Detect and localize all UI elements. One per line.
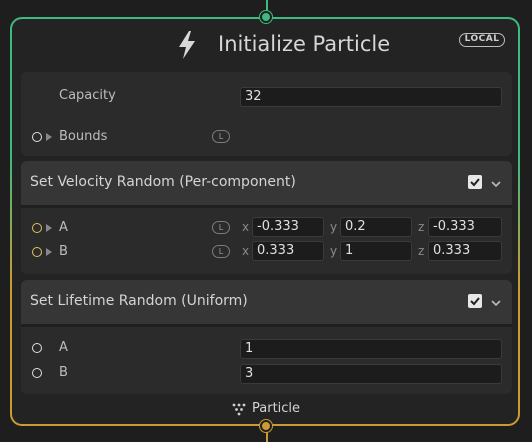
output-flow-port[interactable]: [260, 420, 272, 432]
node-header[interactable]: Initialize Particle: [12, 22, 518, 66]
velocity-a-label: A: [59, 220, 68, 235]
velocity-b-input-slot[interactable]: [32, 247, 42, 257]
particle-icon: [232, 403, 246, 416]
velocity-a-y-field[interactable]: 0.2: [340, 217, 412, 237]
capacity-label: Capacity: [59, 88, 116, 103]
velocity-b-z-label: z: [418, 244, 425, 258]
bounds-space-badge[interactable]: L: [212, 130, 230, 143]
velocity-a-x-label: x: [242, 220, 250, 234]
bounds-expand-icon[interactable]: [46, 133, 52, 141]
bounds-label: Bounds: [59, 129, 108, 144]
velocity-b-label: B: [59, 244, 68, 259]
lifetime-block-header[interactable]: Set Lifetime Random (Uniform): [21, 280, 512, 324]
node-title: Initialize Particle: [218, 32, 391, 56]
velocity-b-expand-icon[interactable]: [46, 248, 52, 256]
velocity-a-input-slot[interactable]: [32, 223, 42, 233]
velocity-block-title: Set Velocity Random (Per-component): [30, 174, 296, 190]
lifetime-a-field[interactable]: 1: [240, 339, 502, 359]
chevron-down-icon[interactable]: [490, 297, 502, 309]
lifetime-block-enabled-checkbox[interactable]: [468, 294, 482, 308]
velocity-b-z-field[interactable]: 0.333: [428, 241, 502, 261]
lifetime-block-title: Set Lifetime Random (Uniform): [30, 293, 248, 309]
capacity-field[interactable]: 32: [240, 87, 502, 107]
chevron-down-icon[interactable]: [490, 178, 502, 190]
velocity-a-expand-icon[interactable]: [46, 224, 52, 232]
bounds-input-slot[interactable]: [32, 132, 42, 142]
space-toggle-badge[interactable]: LOCAL: [459, 33, 505, 47]
velocity-block-header[interactable]: Set Velocity Random (Per-component): [21, 161, 512, 205]
lightning-icon: [179, 31, 195, 59]
velocity-b-y-label: y: [330, 244, 338, 258]
lifetime-a-input-slot[interactable]: [32, 343, 42, 353]
velocity-a-z-field[interactable]: -0.333: [428, 217, 502, 237]
lifetime-a-label: A: [59, 340, 68, 355]
velocity-a-y-label: y: [330, 220, 338, 234]
velocity-block-enabled-checkbox[interactable]: [468, 175, 482, 189]
velocity-a-x-field[interactable]: -0.333: [252, 217, 324, 237]
velocity-b-x-label: x: [242, 244, 250, 258]
graph-canvas[interactable]: Initialize Particle LOCAL Capacity 32 Bo…: [0, 0, 532, 442]
lifetime-b-label: B: [59, 365, 68, 380]
lifetime-b-field[interactable]: 3: [240, 364, 502, 384]
output-type-label: Particle: [252, 401, 301, 416]
velocity-b-x-field[interactable]: 0.333: [252, 241, 324, 261]
velocity-a-z-label: z: [418, 220, 425, 234]
velocity-b-space-badge[interactable]: L: [212, 245, 230, 258]
velocity-a-space-badge[interactable]: L: [212, 221, 230, 234]
velocity-b-y-field[interactable]: 1: [340, 241, 412, 261]
lifetime-b-input-slot[interactable]: [32, 368, 42, 378]
